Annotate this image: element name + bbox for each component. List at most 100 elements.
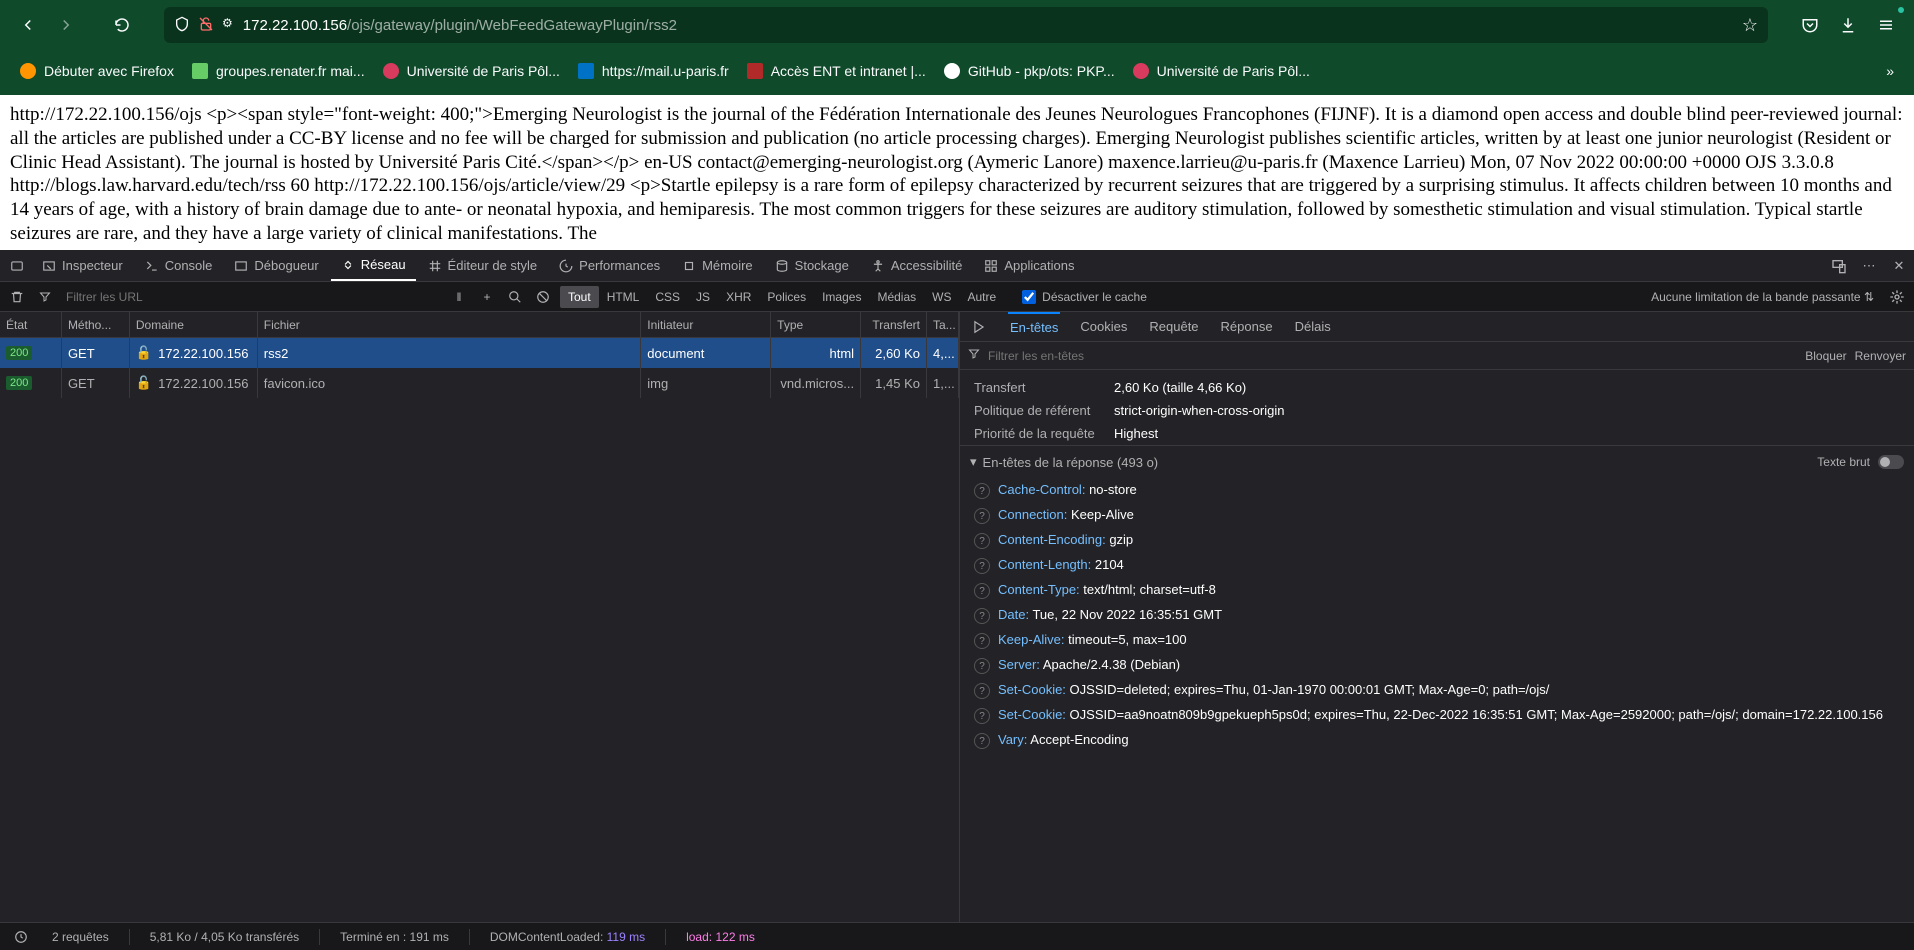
response-header-row: ?Content-Type: text/html; charset=utf-8 (960, 578, 1914, 603)
disable-cache-checkbox[interactable]: Désactiver le cache (1022, 290, 1147, 304)
headers-filter-input[interactable] (988, 349, 1797, 363)
tab-headers[interactable]: En-têtes (1008, 312, 1060, 342)
help-icon[interactable]: ? (974, 608, 990, 624)
tab-debugger[interactable]: Débogueur (224, 251, 328, 281)
tab-cookies[interactable]: Cookies (1078, 312, 1129, 342)
filter-html[interactable]: HTML (599, 286, 648, 308)
tab-applications[interactable]: Applications (974, 251, 1084, 281)
col-initiator[interactable]: Initiateur (641, 312, 771, 337)
permissions-icon[interactable]: ⚙ (222, 16, 233, 35)
help-icon[interactable]: ? (974, 708, 990, 724)
help-icon[interactable]: ? (974, 583, 990, 599)
add-icon[interactable]: + (476, 286, 498, 308)
responsive-mode-icon[interactable] (1828, 255, 1850, 277)
tab-memory[interactable]: Mémoire (672, 251, 763, 281)
col-size[interactable]: Ta... (927, 312, 959, 337)
table-header: État Métho... Domaine Fichier Initiateur… (0, 312, 959, 338)
bookmark-item[interactable]: Débuter avec Firefox (12, 57, 182, 85)
filter-js[interactable]: JS (688, 286, 718, 308)
filter-all[interactable]: Tout (560, 286, 599, 308)
tab-response[interactable]: Réponse (1219, 312, 1275, 342)
response-header-row: ?Server: Apache/2.4.38 (Debian) (960, 653, 1914, 678)
url-filter-input[interactable] (62, 286, 442, 308)
summary-priority-label: Priorité de la requête (974, 426, 1104, 441)
filter-images[interactable]: Images (814, 286, 869, 308)
col-type[interactable]: Type (771, 312, 861, 337)
raw-toggle-label: Texte brut (1817, 455, 1870, 469)
filter-other[interactable]: Autre (959, 286, 1004, 308)
forward-button[interactable] (50, 9, 82, 41)
bookmarks-overflow-icon[interactable]: » (1878, 59, 1902, 83)
downloads-icon[interactable] (1832, 9, 1864, 41)
page-content: http://172.22.100.156/ojs <p><span style… (0, 95, 1914, 250)
bookmark-item[interactable]: Université de Paris Pôl... (1125, 57, 1318, 85)
trash-icon[interactable] (6, 286, 28, 308)
col-method[interactable]: Métho... (62, 312, 130, 337)
help-icon[interactable]: ? (974, 533, 990, 549)
tab-request[interactable]: Requête (1147, 312, 1200, 342)
block-button[interactable]: Bloquer (1805, 349, 1846, 363)
filter-css[interactable]: CSS (647, 286, 688, 308)
devtools-tabs: Inspecteur Console Débogueur Réseau Édit… (0, 250, 1914, 282)
details-panel: En-têtes Cookies Requête Réponse Délais … (960, 312, 1914, 922)
col-transfer[interactable]: Transfert (861, 312, 927, 337)
url-text: 172.22.100.156/ojs/gateway/plugin/WebFee… (243, 17, 1732, 34)
help-icon[interactable]: ? (974, 658, 990, 674)
iframe-picker-icon[interactable] (4, 251, 30, 281)
request-row[interactable]: 200 GET 🔓172.22.100.156 favicon.ico img … (0, 368, 959, 398)
devtools-menu-icon[interactable]: ⋯ (1858, 255, 1880, 277)
help-icon[interactable]: ? (974, 733, 990, 749)
filter-icon[interactable] (34, 286, 56, 308)
request-row[interactable]: 200 GET 🔓172.22.100.156 rss2 document ht… (0, 338, 959, 368)
bookmark-item[interactable]: groupes.renater.fr mai... (184, 57, 373, 85)
help-icon[interactable]: ? (974, 558, 990, 574)
response-header-row: ?Set-Cookie: OJSSID=aa9noatn809b9gpekuep… (960, 703, 1914, 728)
tab-storage[interactable]: Stockage (765, 251, 859, 281)
resend-button[interactable]: Renvoyer (1855, 349, 1906, 363)
search-icon[interactable] (504, 286, 526, 308)
response-header-row: ?Connection: Keep-Alive (960, 503, 1914, 528)
pocket-icon[interactable] (1794, 9, 1826, 41)
tab-style-editor[interactable]: Éditeur de style (418, 251, 548, 281)
bookmark-item[interactable]: GitHub - pkp/ots: PKP... (936, 57, 1123, 85)
bookmark-item[interactable]: Accès ENT et intranet |... (739, 57, 934, 85)
response-headers-section[interactable]: ▾ En-têtes de la réponse (493 o) Texte b… (960, 445, 1914, 478)
tab-performance[interactable]: Performances (549, 251, 670, 281)
shield-icon[interactable] (174, 16, 190, 35)
col-status[interactable]: État (0, 312, 62, 337)
filter-xhr[interactable]: XHR (718, 286, 759, 308)
help-icon[interactable]: ? (974, 683, 990, 699)
raw-toggle[interactable] (1878, 455, 1904, 469)
reload-button[interactable] (106, 9, 138, 41)
col-domain[interactable]: Domaine (130, 312, 258, 337)
bookmark-item[interactable]: https://mail.u-paris.fr (570, 57, 737, 85)
help-icon[interactable]: ? (974, 483, 990, 499)
bookmark-item[interactable]: Université de Paris Pôl... (375, 57, 568, 85)
help-icon[interactable]: ? (974, 633, 990, 649)
bookmark-star-icon[interactable]: ☆ (1742, 15, 1758, 36)
tab-timing[interactable]: Délais (1293, 312, 1333, 342)
devtools-close-icon[interactable]: ✕ (1888, 255, 1910, 277)
menu-icon[interactable] (1870, 9, 1902, 41)
settings-icon[interactable] (1886, 286, 1908, 308)
tab-console[interactable]: Console (135, 251, 223, 281)
back-button[interactable] (12, 9, 44, 41)
filter-ws[interactable]: WS (924, 286, 959, 308)
perf-analysis-icon[interactable] (10, 926, 32, 948)
filter-media[interactable]: Médias (869, 286, 924, 308)
url-bar[interactable]: ⚙ 172.22.100.156/ojs/gateway/plugin/WebF… (164, 7, 1768, 43)
pause-icon[interactable]: ‖ (448, 286, 470, 308)
status-load: load: 122 ms (686, 930, 755, 944)
help-icon[interactable]: ? (974, 508, 990, 524)
resend-icon[interactable] (968, 316, 990, 338)
filter-fonts[interactable]: Polices (759, 286, 814, 308)
block-icon[interactable] (532, 286, 554, 308)
col-file[interactable]: Fichier (258, 312, 642, 337)
throttle-select[interactable]: Aucune limitation de la bande passante ⇅ (1651, 290, 1874, 304)
bookmarks-bar: Débuter avec Firefox groupes.renater.fr … (0, 50, 1914, 92)
tab-network[interactable]: Réseau (331, 251, 416, 281)
tab-inspector[interactable]: Inspecteur (32, 251, 133, 281)
lock-strikethrough-icon[interactable] (198, 16, 214, 35)
tab-accessibility[interactable]: Accessibilité (861, 251, 973, 281)
summary-transfer-value: 2,60 Ko (taille 4,66 Ko) (1114, 380, 1246, 395)
